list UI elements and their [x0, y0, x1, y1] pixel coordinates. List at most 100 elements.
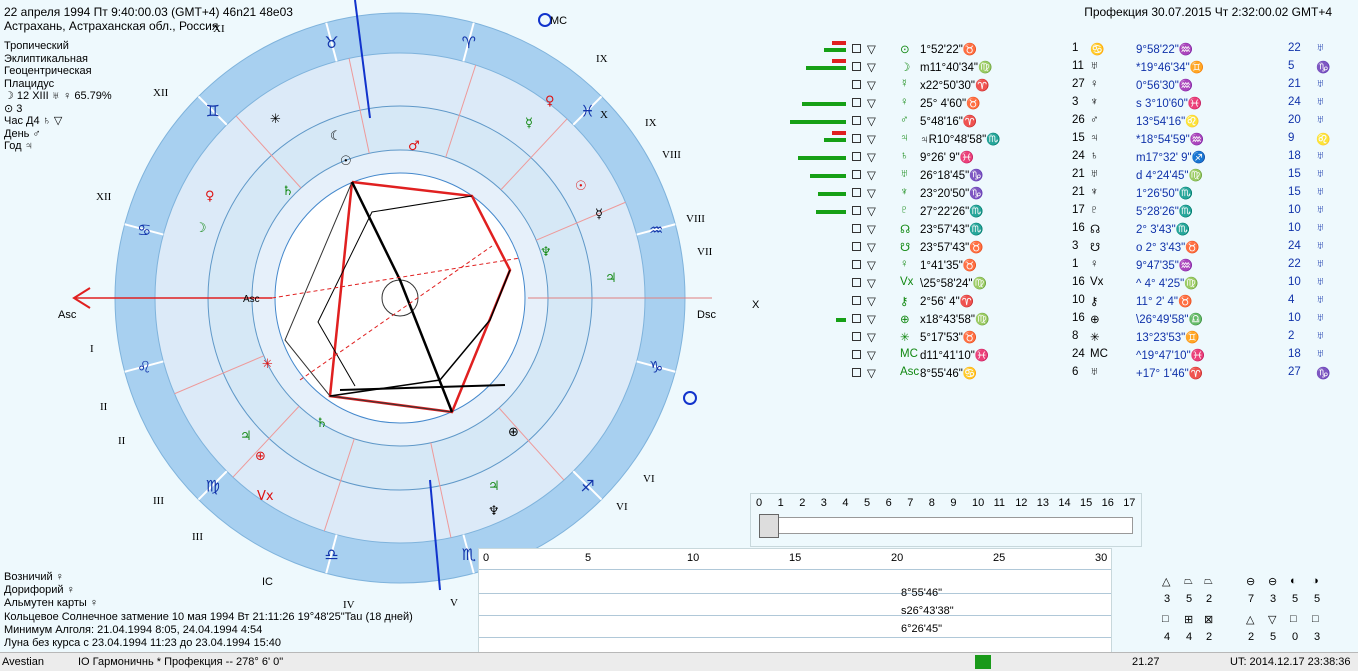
house-number: 1 — [1072, 42, 1079, 54]
planet-glyph: ♃ — [1090, 132, 1099, 144]
slider-tick: 6 — [885, 497, 892, 509]
status-bar: Avestian IO Гармоничнь * Профекция -- 27… — [0, 652, 1358, 671]
timeline-axis — [479, 569, 1111, 570]
count: 4 — [1164, 631, 1171, 643]
house-number-label: I — [90, 343, 94, 355]
planet-position: m11°40'34"♍ — [920, 62, 993, 74]
planet-row[interactable]: ▽ ☿ x22°50'30"♈ 27 ♀ 0°56'30"♒ 21 ♅ — [788, 76, 1348, 94]
slider-tick: 15 — [1080, 497, 1093, 509]
timeline-tick: 20 — [891, 552, 904, 564]
planet-position: \25°58'24"♍ — [920, 278, 987, 290]
slider-tick: 11 — [993, 497, 1006, 509]
trapezoid-icon: ⏢ — [1204, 575, 1213, 587]
zodiac-sign-icon: ♒ — [649, 220, 663, 239]
house-number: 24 — [1072, 348, 1085, 360]
sign-glyph: ♅ — [1316, 78, 1325, 90]
house-number: 16 — [1072, 312, 1085, 324]
planet-position: 23°57'43"♏ — [920, 224, 984, 236]
square-icon: □ — [1162, 613, 1169, 625]
timeline-row-label: 8°55'46" — [901, 587, 942, 599]
planet-row[interactable]: ▽ ⊙ 1°52'22"♉ 1 ♋ 9°58'22"♒ 22 ♅ — [788, 40, 1348, 58]
house-number: 24 — [1072, 150, 1085, 162]
planet-row[interactable]: ▽ ♅ 26°18'45"♑ 21 ♅ d 4°24'45"♍ 15 ♅ — [788, 166, 1348, 184]
planet-position: ♃R10°48'58"♏ — [920, 134, 1001, 146]
count: 3 — [1164, 593, 1171, 605]
planet-row[interactable]: ▽ ☋ 23°57'43"♉ 3 ☋ o 2° 3'43"♉ 24 ♅ — [788, 238, 1348, 256]
strength-bar — [798, 156, 846, 160]
sign-glyph: ♑ — [1316, 368, 1331, 380]
planet-row[interactable]: ▽ Vx \25°58'24"♍ 16 Vx ^ 4° 4'25"♍ 10 ♅ — [788, 274, 1348, 292]
zodiac-sign-icon: ♍ — [206, 476, 220, 495]
planet-row[interactable]: ▽ ♂ 5°48'16"♈ 26 ♂ 13°54'16"♌ 20 ♅ — [788, 112, 1348, 130]
house-number-label: V — [450, 597, 458, 609]
planet-row[interactable]: ▽ ♄ 9°26' 9"♓ 24 ♄ m17°32' 9"♐ 18 ♅ — [788, 148, 1348, 166]
planet-position: 5°17'53"♉ — [920, 332, 978, 344]
planet-row[interactable]: ▽ ♇ 27°22'26"♏ 17 ♇ 5°28'26"♏ 10 ♅ — [788, 202, 1348, 220]
planet-glyph: ⚷ — [1090, 296, 1099, 308]
zodiac-sign-icon: ♎ — [324, 545, 338, 564]
progressed-position: 13°23'53"♊ — [1136, 332, 1200, 344]
planet-glyph: Vx — [900, 276, 914, 288]
planet-icon: ♀ — [545, 94, 555, 109]
moon-phase-icon: ◑ — [1312, 575, 1319, 587]
planet-row[interactable]: ▽ ♆ 23°20'50"♑ 21 ♆ 1°26'50"♏ 15 ♅ — [788, 184, 1348, 202]
house-number: 5 — [1288, 60, 1295, 72]
house-number-label: X — [600, 109, 608, 121]
strength-bar-red — [832, 41, 846, 45]
progressed-position: *18°54'59"♒ — [1136, 134, 1205, 146]
house-number: 10 — [1288, 312, 1301, 324]
slider-thumb[interactable] — [759, 514, 779, 538]
info-line: Луна без курса с 23.04.1994 11:23 до 23.… — [4, 637, 282, 650]
planet-position: 23°20'50"♑ — [920, 188, 984, 200]
status-app: Avestian — [2, 656, 44, 668]
status-value: 21.27 — [1132, 656, 1160, 668]
planet-glyph: MC — [1090, 348, 1108, 360]
triangle-down-icon: ▽ — [867, 116, 876, 128]
zodiac-sign-icon: ♋ — [137, 220, 151, 239]
planet-row[interactable]: ▽ ⚷ 2°56' 4"♈ 10 ⚷ 11° 2' 4"♉ 4 ♅ — [788, 292, 1348, 310]
planet-row[interactable]: ▽ ⊕ x18°43'58"♍ 16 ⊕ \26°49'58"♎ 10 ♅ — [788, 310, 1348, 328]
house-number: 16 — [1072, 276, 1085, 288]
sign-glyph: ♅ — [1316, 330, 1325, 342]
info-line: Альмутен карты ♀ — [4, 597, 99, 610]
planet-row[interactable]: ▽ Asc 8°55'46"♋ 6 ♅ +17° 1'46"♈ 27 ♑ — [788, 364, 1348, 382]
planet-row[interactable]: ▽ MC d11°41'10"♓ 24 MC ^19°47'10"♓ 18 ♅ — [788, 346, 1348, 364]
planet-glyph: ☋ — [1090, 242, 1101, 254]
house-number: 27 — [1288, 366, 1301, 378]
timeline-tick: 5 — [585, 552, 592, 564]
strength-bar — [802, 102, 846, 106]
planet-glyph: Vx — [1090, 276, 1104, 288]
planet-position: 9°26' 9"♓ — [920, 152, 974, 164]
triangle-down-icon: ▽ — [1268, 614, 1277, 626]
planet-position: 8°55'46"♋ — [920, 368, 978, 380]
house-number: 10 — [1288, 222, 1301, 234]
trapezoid-icon: ⏢ — [1184, 575, 1193, 587]
house-number: 24 — [1288, 240, 1301, 252]
planet-row[interactable]: ▽ ♃ ♃R10°48'58"♏ 15 ♃ *18°54'59"♒ 9 ♌ — [788, 130, 1348, 148]
planet-row[interactable]: ▽ ♀ 1°41'35"♉ 1 ♀ 9°47'35"♒ 22 ♅ — [788, 256, 1348, 274]
triangle-icon: △ — [1246, 614, 1255, 626]
slider-track[interactable] — [759, 517, 1133, 534]
planet-glyph: ♀ — [1090, 258, 1099, 270]
info-line: Возничий ♀ — [4, 571, 64, 583]
house-number: 1 — [1072, 258, 1079, 270]
planet-row[interactable]: ▽ ✳ 5°17'53"♉ 8 ✳ 13°23'53"♊ 2 ♅ — [788, 328, 1348, 346]
planet-icon: ♃ — [605, 271, 617, 286]
planet-row[interactable]: ▽ ☊ 23°57'43"♏ 16 ☊ 2° 3'43"♏ 10 ♅ — [788, 220, 1348, 238]
sign-glyph: ♅ — [1316, 276, 1325, 288]
progressed-position: d 4°24'45"♍ — [1136, 170, 1203, 182]
planet-glyph: ♅ — [1090, 366, 1099, 378]
harmonic-slider[interactable]: 0 1 2 3 4 5 6 7 8 9 10 11 12 13 14 15 16 17 — [750, 493, 1142, 547]
strength-bar — [816, 210, 846, 214]
planet-icon: ✳ — [262, 357, 273, 372]
planet-glyph: ✳ — [900, 332, 910, 344]
timeline-row-label: 6°26'45" — [901, 623, 942, 635]
square-icon: □ — [1312, 613, 1319, 625]
planet-row[interactable]: ▽ ♀ 25° 4'60"♉ 3 ♆ s 3°10'60"♓ 24 ♅ — [788, 94, 1348, 112]
slider-tick: 12 — [1015, 497, 1028, 509]
house-number: 10 — [1288, 204, 1301, 216]
sign-glyph: ♑ — [1316, 62, 1331, 74]
profection-timeline[interactable]: 0 5 10 15 20 25 30 8°55'46" s26°43'38" 6°26'45… — [478, 548, 1112, 656]
slider-tick: 16 — [1101, 497, 1114, 509]
planet-row[interactable]: ▽ ☽ m11°40'34"♍ 11 ♅ *19°46'34"♊ 5 ♑ — [788, 58, 1348, 76]
